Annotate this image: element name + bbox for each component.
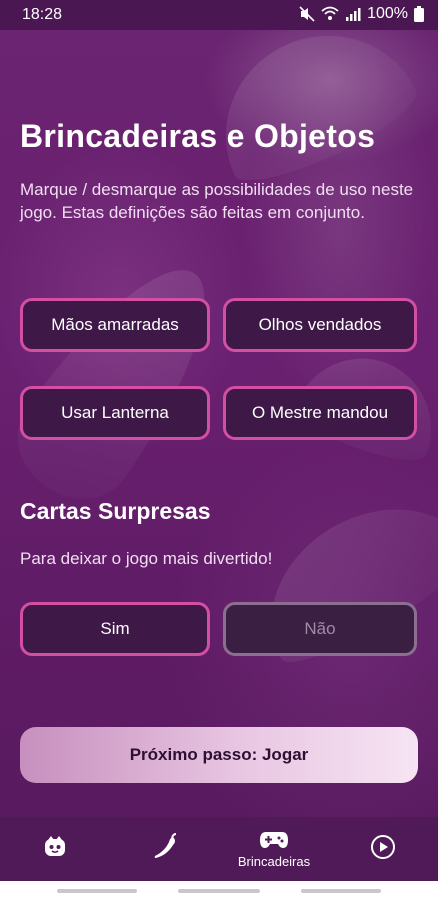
gesture-pill <box>301 889 381 893</box>
surprise-no-button[interactable]: Não <box>223 602 417 656</box>
nav-item-face[interactable] <box>5 817 105 881</box>
play-circle-icon <box>371 835 395 859</box>
status-bar: 18:28 100% <box>0 0 438 30</box>
option-mestre-mandou-button[interactable]: O Mestre mandou <box>223 386 417 440</box>
nav-item-play[interactable] <box>333 817 433 881</box>
surprise-cards-subtitle: Para deixar o jogo mais divertido! <box>20 549 273 568</box>
status-time: 18:28 <box>22 6 63 23</box>
bottom-navigation: Brincadeiras <box>0 817 438 881</box>
surprise-cards-title: Cartas Surpresas <box>20 498 211 524</box>
option-olhos-vendados-button[interactable]: Olhos vendados <box>223 298 417 352</box>
nav-item-pepper[interactable] <box>115 817 215 881</box>
feather-decoration <box>194 3 426 197</box>
feather-decoration <box>0 239 244 521</box>
signal-icon <box>346 8 361 21</box>
page-description: Marque / desmarque as possibilidades de … <box>20 180 414 222</box>
surprise-yes-button[interactable]: Sim <box>20 602 210 656</box>
pepper-icon <box>154 833 177 858</box>
next-step-button[interactable]: Próximo passo: Jogar <box>20 727 418 783</box>
battery-text: 100% <box>367 5 408 22</box>
option-usar-lanterna-button[interactable]: Usar Lanterna <box>20 386 210 440</box>
page-title: Brincadeiras e Objetos <box>20 118 376 154</box>
wifi-icon <box>321 6 339 20</box>
status-icons: 100% <box>299 5 424 23</box>
gesture-pill[interactable] <box>178 889 260 893</box>
mute-icon <box>299 6 315 22</box>
battery-icon <box>414 6 424 22</box>
option-maos-amarradas-button[interactable]: Mãos amarradas <box>20 298 210 352</box>
face-icon <box>45 836 65 856</box>
system-gesture-bar <box>0 881 438 900</box>
nav-label-brincadeiras: Brincadeiras <box>237 853 311 869</box>
gamepad-icon <box>260 831 288 848</box>
nav-item-brincadeiras[interactable]: Brincadeiras <box>224 817 324 881</box>
gesture-pill <box>57 889 137 893</box>
app-screen: 18:28 100% Brincadeiras e Objetos Marque… <box>0 0 438 900</box>
